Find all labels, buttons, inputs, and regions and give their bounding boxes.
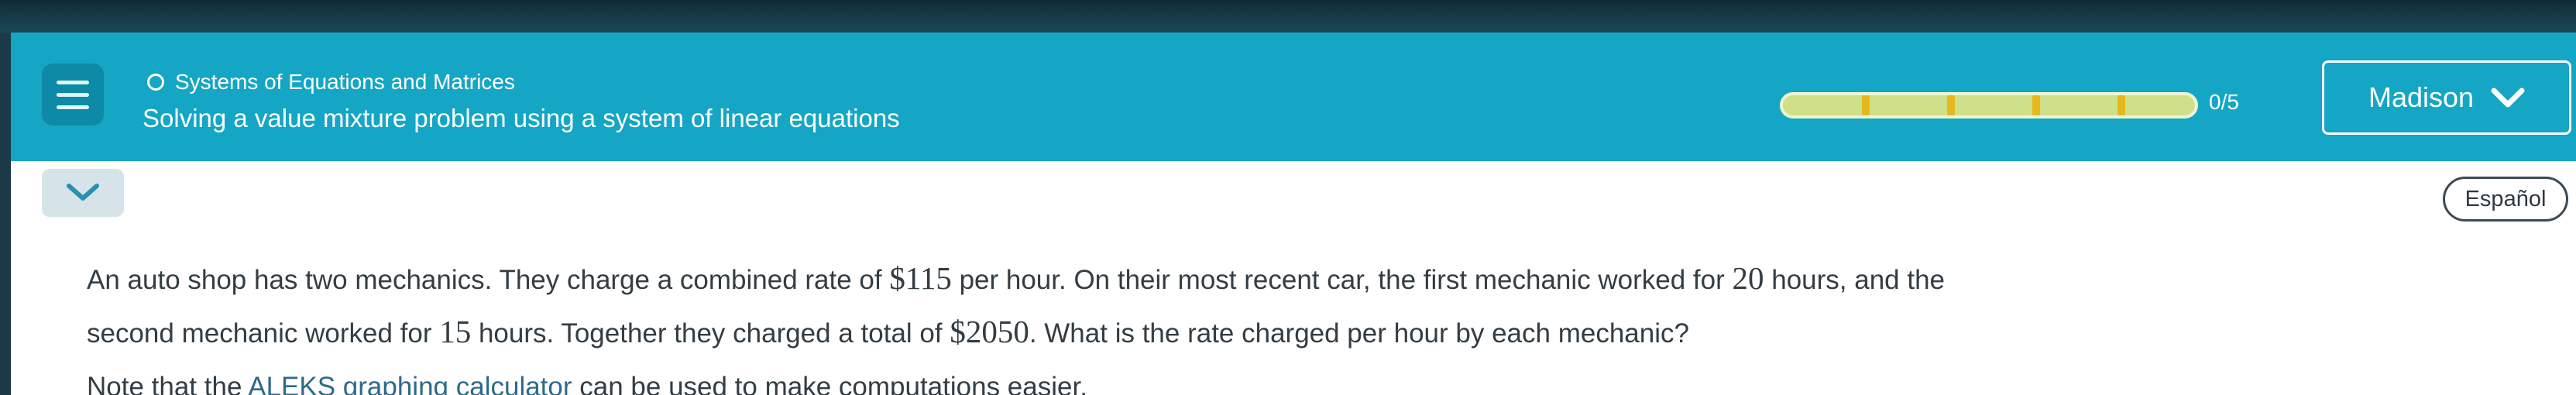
topic-row: Systems of Equations and Matrices <box>147 67 515 98</box>
browser-url-strip <box>0 0 2576 33</box>
hours-value: 20 <box>1732 260 1764 296</box>
collapse-button[interactable] <box>42 169 124 217</box>
page-title: Solving a value mixture problem using a … <box>143 104 900 132</box>
progress-label: 0/5 <box>2209 90 2239 114</box>
hours-value: 15 <box>439 314 472 349</box>
rate-value: $115 <box>889 260 952 296</box>
question-text: An auto shop has two mechanics. They cha… <box>87 252 2410 359</box>
progress-tick <box>2032 95 2040 115</box>
topic-label: Systems of Equations and Matrices <box>175 70 515 94</box>
question-text-part: hours, and the <box>1764 265 1945 295</box>
question-text-part: second mechanic worked for <box>87 318 440 349</box>
question-text-part: hours. Together they charged a total of <box>471 318 950 349</box>
total-value: $2050 <box>950 314 1029 349</box>
calculator-note: Note that the ALEKS graphing calculator … <box>87 372 1087 395</box>
aleks-app: Systems of Equations and Matrices Solvin… <box>11 33 2576 395</box>
question-text-part: . What is the rate charged per hour by e… <box>1029 318 1689 349</box>
user-menu-button[interactable]: Madison <box>2322 60 2571 135</box>
menu-button[interactable] <box>42 64 104 125</box>
progress-tick <box>1862 95 1870 115</box>
question-line-1: An auto shop has two mechanics. They cha… <box>87 252 2410 306</box>
chevron-down-icon <box>2491 88 2525 108</box>
question-line-2: second mechanic worked for 15 hours. Tog… <box>87 306 2410 359</box>
chevron-down-icon <box>67 184 99 201</box>
user-name: Madison <box>2368 81 2475 113</box>
circle-icon <box>147 74 164 91</box>
language-button[interactable]: Español <box>2443 177 2568 222</box>
question-text-part: An auto shop has two mechanics. They cha… <box>87 265 890 295</box>
progress-tick <box>1947 95 1955 115</box>
progress-tick <box>2117 95 2125 115</box>
note-text: Note that the <box>87 372 249 395</box>
graphing-calculator-link[interactable]: ALEKS graphing calculator <box>248 372 572 395</box>
note-text: can be used to make computations easier. <box>572 372 1087 395</box>
hamburger-icon <box>57 80 89 84</box>
hamburger-icon <box>57 92 89 97</box>
header-bar: Systems of Equations and Matrices Solvin… <box>11 33 2576 161</box>
progress-bar <box>1780 92 2198 118</box>
hamburger-icon <box>57 105 89 109</box>
question-text-part: per hour. On their most recent car, the … <box>951 265 1733 295</box>
